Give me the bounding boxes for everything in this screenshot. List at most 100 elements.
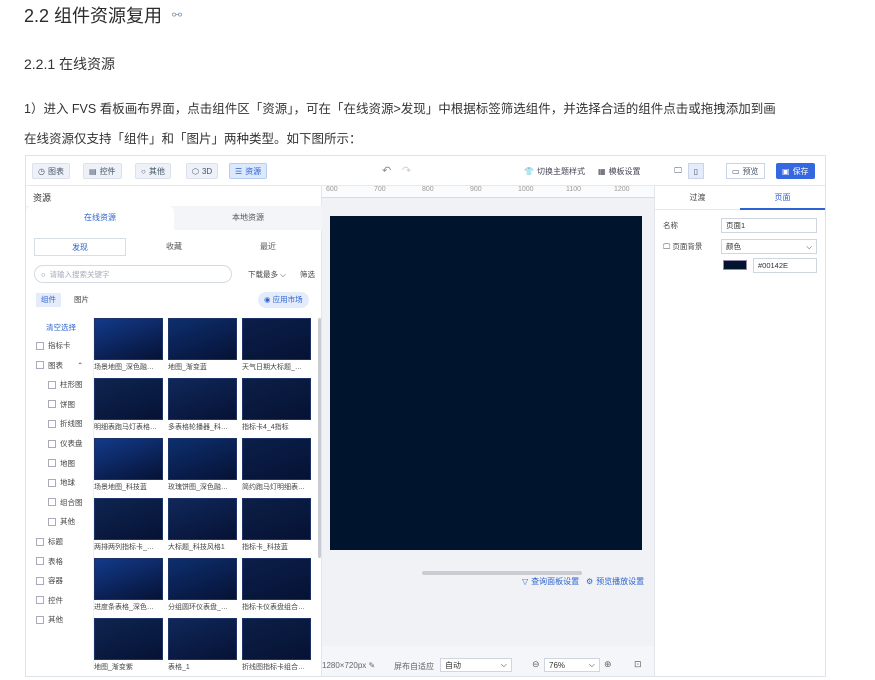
checkbox[interactable]	[36, 341, 44, 350]
3d-tab-button[interactable]: ⬡ 3D	[186, 163, 219, 179]
resource-card[interactable]: 场景地图_科技蓝	[94, 438, 163, 492]
checkbox[interactable]	[36, 596, 44, 605]
chevron-up-icon[interactable]: ⌃	[77, 361, 83, 370]
page-name-input[interactable]: 页面1	[721, 218, 817, 233]
zoom-out-icon[interactable]: ⊖	[532, 659, 540, 670]
tab-transition[interactable]: 过渡	[655, 186, 740, 210]
resource-card[interactable]: 折线图指标卡组合…	[242, 618, 311, 672]
resource-tab-button[interactable]: ☰ 资源	[229, 163, 268, 179]
filter-item[interactable]: 其他	[36, 614, 63, 625]
filter-item[interactable]: 折线图	[48, 418, 83, 429]
resource-card[interactable]: 地图_渐变紫	[94, 618, 163, 672]
background-color-input[interactable]: #00142E	[753, 258, 817, 273]
resource-card[interactable]: 天气日期大标题_…	[242, 318, 311, 372]
tab-discover[interactable]: 发现	[34, 238, 126, 256]
type-tab-image[interactable]: 图片	[74, 293, 89, 307]
filter-item[interactable]: 仪表盘	[48, 438, 83, 449]
resource-card[interactable]: 大标题_科技风格1	[168, 498, 237, 552]
filter-item[interactable]: 组合图	[48, 497, 83, 508]
resource-card[interactable]: 玫瑰饼图_深色融…	[168, 438, 237, 492]
resource-card[interactable]: 明细表跑马灯表格…	[94, 378, 163, 432]
query-panel-settings-link[interactable]: ▽ 查询面板设置	[522, 576, 579, 587]
filter-label: 其他	[48, 615, 63, 625]
checkbox[interactable]	[36, 557, 44, 566]
filter-item[interactable]: 容器	[36, 575, 63, 586]
checkbox[interactable]	[36, 615, 44, 624]
undo-icon[interactable]: ↶	[382, 164, 391, 177]
chart-tab-button[interactable]: ◷ 图表	[32, 163, 70, 179]
app-market-button[interactable]: ◉ 应用市场	[258, 292, 309, 308]
resource-card[interactable]: 两排两列指标卡_…	[94, 498, 163, 552]
tab-online-resources[interactable]: 在线资源	[26, 206, 174, 230]
ruler-tick-label: 700	[374, 186, 386, 193]
dashboard-stage[interactable]	[330, 216, 642, 550]
filter-item[interactable]: 指标卡	[36, 340, 71, 351]
checkbox[interactable]	[36, 537, 44, 546]
filter-item[interactable]: 标题	[36, 536, 63, 547]
type-tab-component[interactable]: 组件	[36, 293, 61, 307]
tablet-view-icon[interactable]: ▯	[688, 163, 704, 179]
resource-card[interactable]: 地图_渐变蓝	[168, 318, 237, 372]
resource-card[interactable]: 进度条表格_深色…	[94, 558, 163, 612]
resource-card[interactable]: 分组圆环仪表盘_…	[168, 558, 237, 612]
other-tab-button[interactable]: ○ 其他	[135, 163, 171, 179]
filter-label: 容器	[48, 576, 63, 586]
resource-card[interactable]: 多表格轮播器_科…	[168, 378, 237, 432]
filter-item[interactable]: 表格	[36, 556, 63, 567]
fit-screen-icon[interactable]: ⊡	[634, 659, 642, 670]
template-settings-button[interactable]: ▦ 模板设置	[598, 163, 641, 179]
filter-item[interactable]: 其他	[48, 516, 75, 527]
checkbox[interactable]	[48, 419, 56, 428]
filter-item[interactable]: 地球	[48, 477, 75, 488]
resource-caption: 两排两列指标卡_…	[94, 544, 154, 551]
checkbox[interactable]	[48, 517, 56, 526]
zoom-select[interactable]: 76% ⌵	[544, 658, 600, 672]
edit-icon[interactable]: ✎	[369, 661, 376, 670]
resource-card[interactable]: 指标卡_科技蓝	[242, 498, 311, 552]
tab-recent[interactable]: 最近	[222, 238, 314, 256]
resource-thumbnail	[94, 318, 163, 360]
filter-item[interactable]: 饼图	[48, 399, 75, 410]
resource-card[interactable]: 简约跑马灯明细表…	[242, 438, 311, 492]
zoom-in-icon[interactable]: ⊕	[604, 659, 612, 670]
filter-item[interactable]: 控件	[36, 595, 63, 606]
canvas-scrollbar[interactable]	[422, 571, 582, 575]
checkbox[interactable]	[48, 400, 56, 409]
clear-selection-link[interactable]: 清空选择	[46, 322, 76, 333]
tab-local-resources[interactable]: 本地资源	[174, 206, 322, 230]
checkbox[interactable]	[48, 439, 56, 448]
resource-card[interactable]: 场景地图_深色融…	[94, 318, 163, 372]
sort-dropdown[interactable]: 下载最多 ⌵	[248, 269, 286, 280]
desktop-view-icon[interactable]: 🖵	[670, 163, 686, 179]
background-type-select[interactable]: 颜色 ⌵	[721, 239, 817, 254]
tab-favorites[interactable]: 收藏	[128, 238, 220, 256]
filter-item[interactable]: 图表 ⌃	[36, 360, 83, 371]
resource-card[interactable]: 表格_1	[168, 618, 237, 672]
preview-button[interactable]: ▭ 预览	[726, 163, 765, 179]
resource-caption: 表格_1	[168, 664, 190, 671]
checkbox[interactable]	[48, 498, 56, 507]
checkbox[interactable]	[48, 380, 56, 389]
resource-card[interactable]: 指标卡4_4指标	[242, 378, 311, 432]
tab-page[interactable]: 页面	[740, 186, 825, 210]
ruler-tick-label: 1100	[566, 186, 582, 193]
filter-button[interactable]: 筛选	[300, 269, 315, 280]
checkbox[interactable]	[36, 361, 44, 370]
filter-item[interactable]: 柱形图	[48, 379, 83, 390]
resource-card[interactable]: 指标卡仪表盘组合…	[242, 558, 311, 612]
redo-icon[interactable]: ↷	[402, 164, 411, 177]
filter-item[interactable]: 地图	[48, 458, 75, 469]
search-input[interactable]: ○ 请输入搜索关键字	[34, 265, 232, 283]
control-tab-button[interactable]: ▤ 控件	[83, 163, 122, 179]
anchor-link-icon[interactable]: ⚯	[172, 8, 182, 22]
save-button[interactable]: ▣ 保存	[776, 163, 815, 179]
background-color-swatch[interactable]	[723, 260, 747, 270]
adapt-select[interactable]: 自动 ⌵	[440, 658, 512, 672]
switch-theme-button[interactable]: 👕 切换主题样式	[524, 163, 585, 179]
checkbox[interactable]	[48, 459, 56, 468]
panel-scrollbar[interactable]	[318, 318, 321, 558]
resource-caption: 场景地图_科技蓝	[94, 484, 147, 491]
checkbox[interactable]	[36, 576, 44, 585]
preview-play-settings-link[interactable]: ⚙ 预览播放设置	[586, 576, 644, 587]
checkbox[interactable]	[48, 478, 56, 487]
